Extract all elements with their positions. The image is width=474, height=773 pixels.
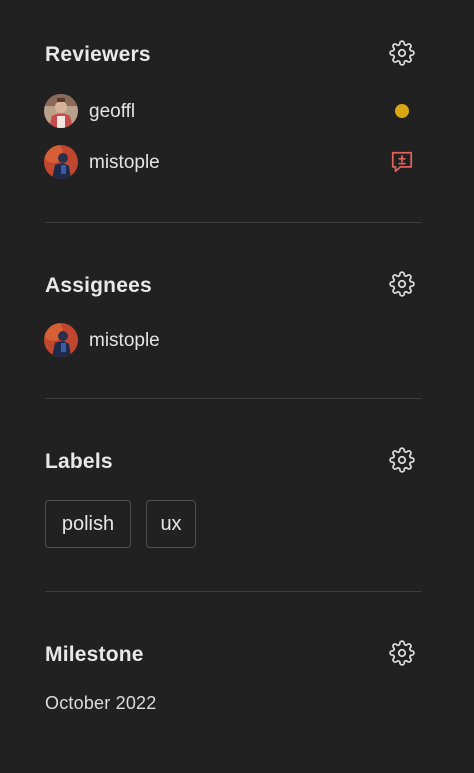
- gear-icon: [389, 447, 415, 473]
- reviewer-item[interactable]: geoffl: [44, 94, 135, 128]
- section-divider: [45, 591, 421, 592]
- milestone-value[interactable]: October 2022: [45, 694, 156, 712]
- labels-title: Labels: [45, 450, 113, 473]
- reviewer-name: mistople: [89, 151, 160, 173]
- changes-requested-icon[interactable]: [389, 149, 415, 175]
- comment-diff-icon: [391, 151, 413, 173]
- assignees-settings-button[interactable]: [389, 271, 415, 297]
- label-chip-ux[interactable]: ux: [146, 500, 196, 548]
- assignee-name: mistople: [89, 329, 160, 351]
- reviewer-item[interactable]: mistople: [44, 145, 160, 179]
- section-divider: [45, 398, 421, 399]
- gear-icon: [389, 271, 415, 297]
- labels-settings-button[interactable]: [389, 447, 415, 473]
- avatar: [44, 94, 78, 128]
- label-chip-polish[interactable]: polish: [45, 500, 131, 548]
- reviewer-name: geoffl: [89, 100, 136, 122]
- gear-icon: [389, 640, 415, 666]
- reviewers-settings-button[interactable]: [389, 40, 415, 66]
- assignee-item[interactable]: mistople: [44, 323, 160, 357]
- milestone-title: Milestone: [45, 643, 144, 666]
- avatar: [44, 323, 78, 357]
- avatar: [44, 145, 78, 179]
- section-divider: [45, 222, 421, 223]
- assignees-title: Assignees: [45, 274, 152, 297]
- gear-icon: [389, 40, 415, 66]
- pending-status-dot-icon: [395, 104, 409, 118]
- reviewers-title: Reviewers: [45, 43, 151, 66]
- milestone-settings-button[interactable]: [389, 640, 415, 666]
